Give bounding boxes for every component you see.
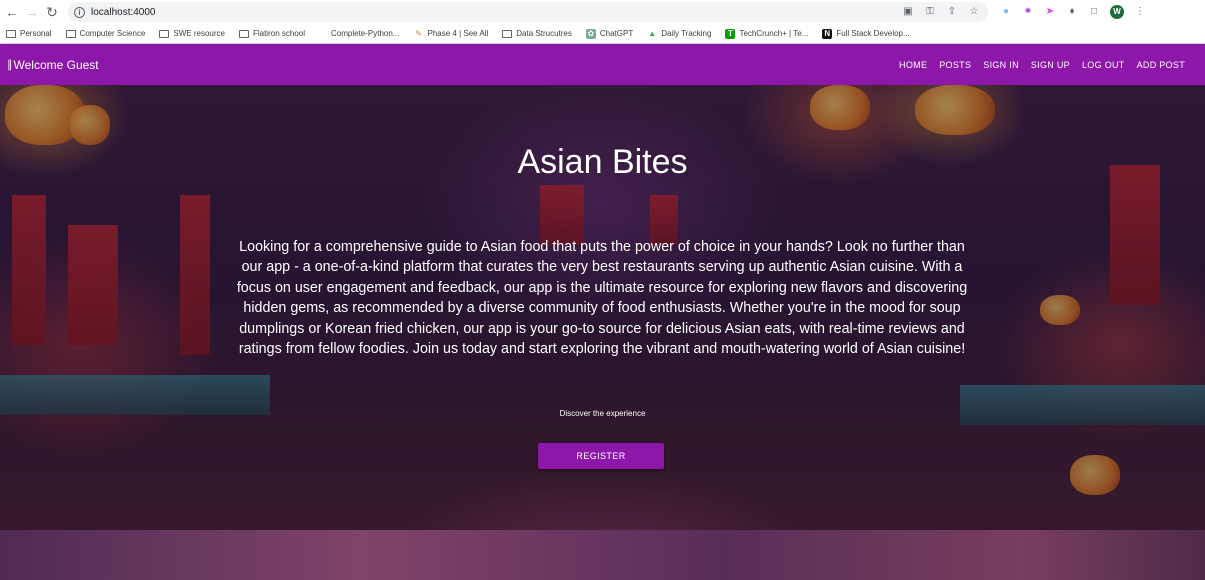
extension-gear-icon[interactable]: ✷: [1022, 6, 1034, 18]
hero-section: Asian Bites Looking for a comprehensive …: [0, 85, 1205, 580]
bookmark-full-stack[interactable]: N Full Stack Develop...: [822, 28, 910, 39]
extension-dot-icon[interactable]: ●: [1000, 6, 1012, 18]
reload-icon[interactable]: ↻: [42, 2, 62, 22]
sidebar-icon[interactable]: □: [1088, 6, 1100, 18]
bookmark-chatgpt[interactable]: ✿ ChatGPT: [585, 28, 633, 39]
bookmark-flatiron-school[interactable]: Flatiron school: [238, 29, 305, 38]
bookmark-techcrunch[interactable]: T TechCrunch+ | Te...: [725, 28, 808, 39]
hero-title: Asian Bites: [517, 143, 688, 181]
kebab-menu-icon[interactable]: ⋮: [1134, 6, 1146, 18]
bookmark-phase-4[interactable]: ✎ Phase 4 | See All: [413, 29, 488, 39]
bookmark-complete-python[interactable]: Complete-Python...: [331, 29, 399, 38]
brand[interactable]: ∥ Welcome Guest: [7, 58, 99, 72]
url-text[interactable]: localhost:4000: [91, 7, 156, 18]
nav-sign-up-link[interactable]: SIGN UP: [1025, 60, 1076, 70]
hero-tagline: Discover the experience: [559, 409, 646, 418]
nav-links: HOME POSTS SIGN IN SIGN UP LOG OUT ADD P…: [893, 60, 1191, 70]
profile-avatar[interactable]: W: [1110, 5, 1124, 19]
forward-arrow-icon[interactable]: →: [22, 2, 42, 22]
nav-sign-in-link[interactable]: SIGN IN: [977, 60, 1025, 70]
bookmark-personal[interactable]: Personal: [6, 29, 52, 38]
puzzle-icon[interactable]: ♦: [1066, 6, 1078, 18]
back-arrow-icon[interactable]: ←: [2, 2, 22, 22]
folder-icon: [238, 29, 249, 38]
bookmarks-bar: Personal Computer Science SWE resource F…: [0, 24, 1205, 44]
pencil-icon: ✎: [415, 28, 422, 38]
camera-icon[interactable]: ▣: [902, 6, 914, 18]
site-info-icon[interactable]: i: [74, 6, 85, 18]
notion-icon: N: [822, 28, 833, 39]
chatgpt-icon: ✿: [585, 28, 596, 39]
key-icon[interactable]: ⚿: [924, 6, 936, 18]
folder-icon: [159, 29, 170, 38]
bookmark-daily-tracking[interactable]: ▲ Daily Tracking: [647, 29, 711, 39]
bookmark-star-icon[interactable]: ☆: [968, 6, 980, 18]
bookmark-data-structures[interactable]: Data Strucutres: [502, 29, 572, 38]
extension-arrow-icon[interactable]: ➤: [1044, 6, 1056, 18]
folder-icon: [65, 29, 76, 38]
bookmark-computer-science[interactable]: Computer Science: [65, 29, 145, 38]
folder-icon: [502, 29, 513, 38]
nav-log-out-link[interactable]: LOG OUT: [1076, 60, 1131, 70]
register-button[interactable]: REGISTER: [538, 443, 664, 469]
brand-label: Welcome Guest: [13, 57, 99, 72]
app-navbar: ∥ Welcome Guest HOME POSTS SIGN IN SIGN …: [0, 44, 1205, 85]
address-bar[interactable]: i localhost:4000 ▣ ⚿ ⇧ ☆: [68, 2, 988, 22]
techcrunch-icon: T: [725, 28, 736, 39]
drive-icon: ▲: [648, 28, 657, 38]
share-icon[interactable]: ⇧: [946, 6, 958, 18]
folder-icon: [6, 29, 16, 38]
bookmark-swe-resource[interactable]: SWE resource: [159, 29, 225, 38]
browser-toolbar: ← → ↻ i localhost:4000 ▣ ⚿ ⇧ ☆ ● ✷ ➤ ♦ □…: [0, 0, 1205, 24]
nav-home-link[interactable]: HOME: [893, 60, 933, 70]
nav-add-post-link[interactable]: ADD POST: [1131, 60, 1191, 70]
hero-description: Looking for a comprehensive guide to Asi…: [236, 239, 968, 358]
nav-posts-link[interactable]: POSTS: [933, 60, 977, 70]
restaurant-icon: ∥: [7, 59, 13, 71]
